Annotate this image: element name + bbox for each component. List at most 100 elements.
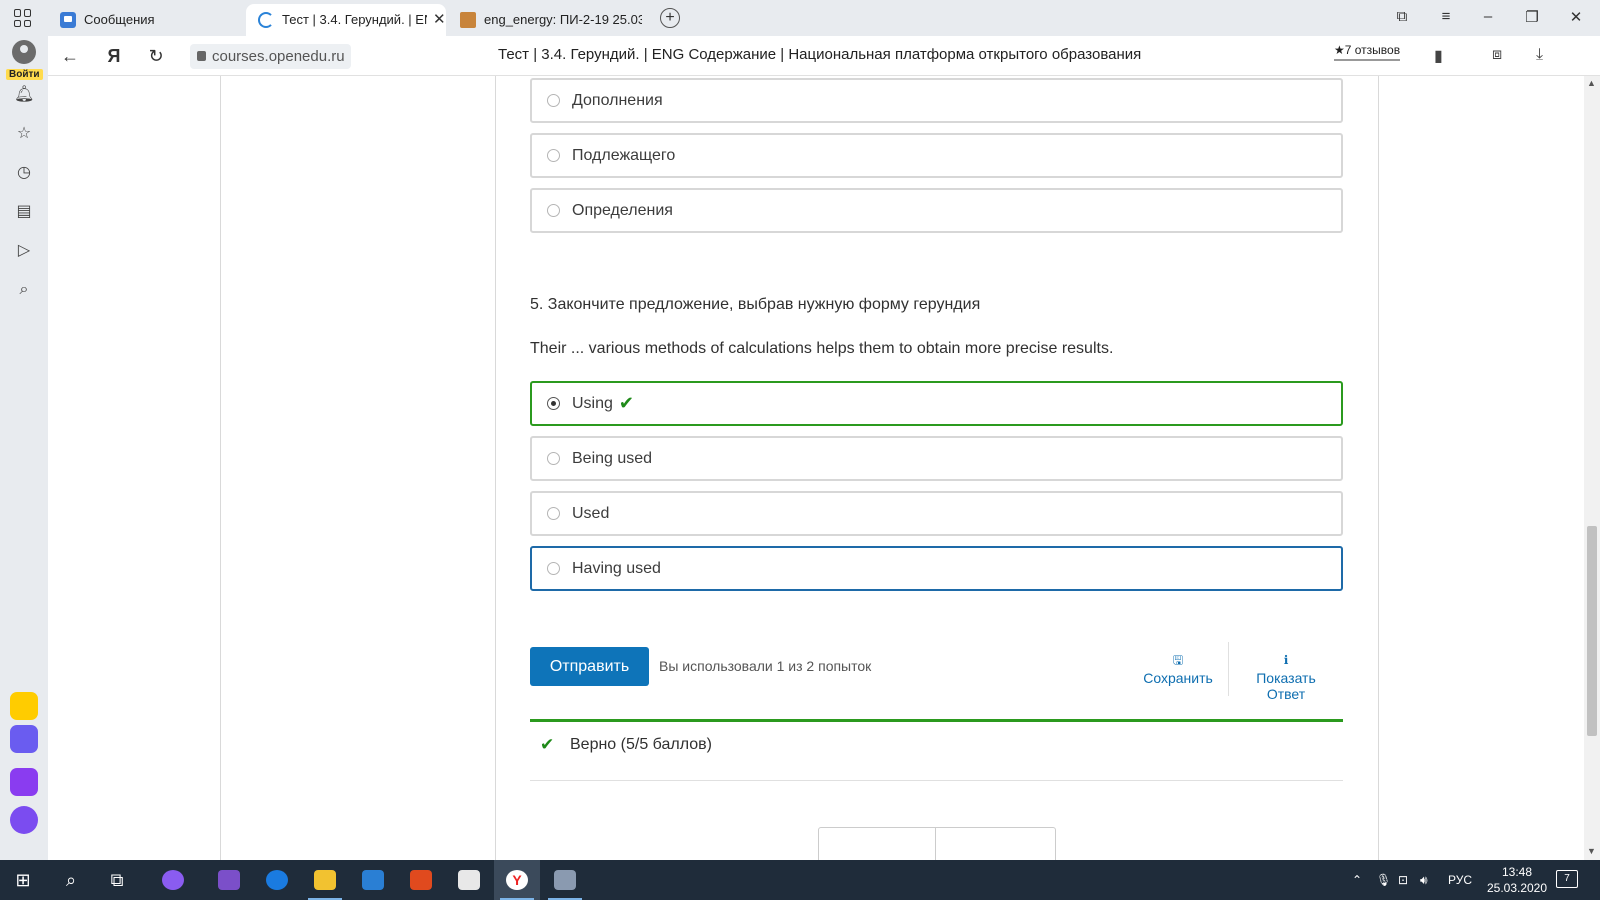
collections-icon[interactable]: ▤: [14, 202, 34, 222]
option-label: Having used: [572, 559, 661, 577]
system-clock[interactable]: 13:48 25.03.2020: [1480, 864, 1554, 896]
page-title: Тест | 3.4. Герундий. | ENG Содержание |…: [498, 46, 1142, 63]
close-window-icon[interactable]: ✕: [1566, 8, 1586, 26]
close-tab-icon[interactable]: ✕: [433, 4, 446, 36]
tab-title: Сообщения: [84, 12, 155, 27]
tabs-overview-icon[interactable]: [14, 9, 32, 27]
tab-title: Тест | 3.4. Герундий. | ENG Содержание: [282, 12, 427, 27]
option-label: Подлежащего: [572, 146, 676, 164]
option-label: Used: [572, 504, 610, 522]
answer-option[interactable]: Being used: [530, 436, 1343, 481]
network-icon[interactable]: ⊡: [1398, 860, 1408, 900]
info-icon: ℹ: [1283, 653, 1289, 667]
play-icon[interactable]: ▷: [14, 241, 34, 261]
column-divider: [1378, 76, 1379, 860]
office-icon[interactable]: [398, 860, 444, 900]
windows-start-icon[interactable]: ⊞: [0, 860, 46, 900]
academic-cap-icon: [460, 12, 476, 28]
bell-icon[interactable]: 🔔︎: [14, 85, 34, 105]
edge-icon[interactable]: [254, 860, 300, 900]
tab-eng-energy[interactable]: eng_energy: ПИ-2-19 25.03.2020: [452, 4, 648, 36]
discord-icon[interactable]: [542, 860, 588, 900]
page-content: Дополнения Подлежащего Определения 5. За…: [48, 76, 1584, 860]
mail-icon[interactable]: [350, 860, 396, 900]
search-document-icon[interactable]: ⌕: [14, 280, 34, 300]
vertical-scrollbar[interactable]: ▲ ▼: [1584, 76, 1600, 860]
notification-center-icon[interactable]: 7: [1556, 870, 1578, 888]
browser-sidebar: Войти 🔔︎ ☆ ◷ ▤ ▷ ⌕: [0, 36, 48, 860]
music-app-icon[interactable]: [10, 768, 38, 796]
scroll-up-arrow-icon[interactable]: ▲: [1587, 78, 1596, 88]
show-answer-label-line1: Показать: [1256, 670, 1316, 686]
answer-option[interactable]: Дополнения: [530, 78, 1343, 123]
option-label: Дополнения: [572, 91, 663, 109]
alice-assistant-icon[interactable]: [10, 806, 38, 834]
messenger-app-icon[interactable]: [10, 725, 38, 753]
answer-option[interactable]: Used: [530, 491, 1343, 536]
column-divider: [220, 76, 221, 860]
tab-active-test[interactable]: Тест | 3.4. Герундий. | ENG Содержание ✕: [246, 4, 446, 36]
minimize-icon[interactable]: –: [1478, 8, 1498, 25]
mail-app-icon[interactable]: [10, 692, 38, 720]
result-text: Верно (5/5 баллов): [570, 736, 712, 753]
extensions-icon[interactable]: ⧈: [1492, 46, 1502, 64]
reload-icon[interactable]: ↻: [144, 44, 168, 68]
answer-option[interactable]: Подлежащего: [530, 133, 1343, 178]
pagination-nav[interactable]: [818, 827, 1056, 860]
back-arrow-icon[interactable]: ←: [58, 44, 82, 68]
bookmark-icon[interactable]: ▮: [1434, 46, 1443, 66]
clock-time: 13:48: [1501, 865, 1533, 879]
scroll-down-arrow-icon[interactable]: ▼: [1587, 846, 1596, 856]
task-view-icon[interactable]: ⧉: [94, 860, 140, 900]
divider: [1228, 642, 1229, 696]
column-divider: [495, 76, 496, 860]
new-tab-button[interactable]: +: [660, 8, 680, 28]
tray-chevron-icon[interactable]: ⌃: [1352, 860, 1362, 900]
bookmarks-panel-icon[interactable]: ⧉: [1392, 8, 1412, 25]
login-button[interactable]: Войти: [6, 40, 43, 82]
microphone-icon[interactable]: 🎙︎: [1376, 860, 1391, 900]
answer-option-focused[interactable]: Having used: [530, 546, 1343, 591]
radio-button[interactable]: [547, 94, 560, 107]
yandex-browser-icon[interactable]: Y: [494, 860, 540, 900]
login-label: Войти: [6, 69, 43, 80]
radio-button[interactable]: [547, 562, 560, 575]
attempts-text: Вы использовали 1 из 2 попыток: [659, 658, 872, 674]
clock-icon[interactable]: ◷: [14, 163, 34, 183]
option-label: Being used: [572, 449, 653, 467]
tab-messages[interactable]: Сообщения: [50, 4, 240, 36]
answer-option-selected[interactable]: Using ✔: [530, 381, 1343, 426]
question-prompt: Their ... various methods of calculation…: [530, 340, 1114, 357]
save-button[interactable]: 🖫 Сохранить: [1138, 652, 1218, 686]
tab-bar: Сообщения Тест | 3.4. Герундий. | ENG Со…: [0, 0, 1600, 36]
result-panel: ✔ Верно (5/5 баллов): [530, 719, 1343, 781]
checkmark-icon: ✔: [618, 393, 634, 413]
loading-spinner-icon: [258, 12, 274, 28]
star-icon[interactable]: ☆: [14, 124, 34, 144]
menu-icon[interactable]: ≡: [1436, 8, 1456, 25]
radio-button[interactable]: [547, 507, 560, 520]
yandex-home-icon[interactable]: Я: [102, 44, 126, 68]
scrollbar-thumb[interactable]: [1587, 526, 1597, 736]
radio-button[interactable]: [547, 149, 560, 162]
download-icon[interactable]: ⤓: [1536, 46, 1543, 64]
option-label: Using: [572, 394, 613, 412]
language-indicator[interactable]: РУС: [1448, 860, 1472, 900]
checkmark-icon: ✔: [540, 735, 555, 754]
visual-studio-icon[interactable]: [206, 860, 252, 900]
submit-button[interactable]: Отправить: [530, 647, 649, 686]
store-icon[interactable]: [446, 860, 492, 900]
url-field[interactable]: courses.openedu.ru: [190, 44, 351, 69]
radio-button-checked[interactable]: [547, 397, 560, 410]
show-answer-button[interactable]: ℹ Показать Ответ: [1246, 652, 1326, 702]
alice-icon[interactable]: [150, 860, 196, 900]
reviews-badge[interactable]: ★7 отзывов: [1334, 43, 1401, 61]
radio-button[interactable]: [547, 204, 560, 217]
radio-button[interactable]: [547, 452, 560, 465]
search-icon[interactable]: ⌕: [48, 860, 94, 900]
volume-icon[interactable]: 🔊︎: [1420, 860, 1428, 900]
answer-option[interactable]: Определения: [530, 188, 1343, 233]
file-explorer-icon[interactable]: [302, 860, 348, 900]
restore-icon[interactable]: ❐: [1522, 8, 1542, 26]
floppy-disk-icon: 🖫: [1172, 653, 1184, 667]
